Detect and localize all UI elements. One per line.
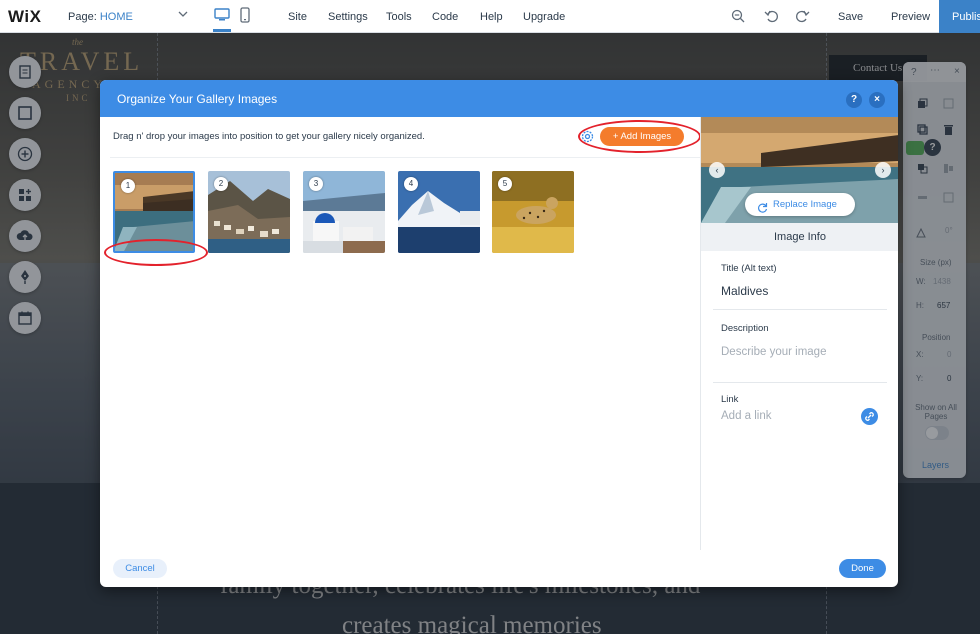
preview-button[interactable]: Preview: [891, 11, 930, 23]
selected-image-preview: ‹ › Replace Image: [701, 117, 898, 223]
description-separator: [713, 382, 887, 383]
menu-tools[interactable]: Tools: [386, 11, 412, 23]
wix-logo: WiX: [8, 7, 42, 26]
thumbnail-number: 3: [309, 177, 323, 191]
chevron-down-icon[interactable]: [178, 9, 188, 22]
cancel-button[interactable]: Cancel: [113, 559, 167, 578]
gallery-thumbnail-5[interactable]: 5: [492, 171, 574, 253]
description-input[interactable]: Describe your image: [721, 346, 826, 358]
desktop-view-active-indicator: [213, 29, 231, 32]
menu-site[interactable]: Site: [288, 11, 307, 23]
editor-topbar: WiX Page: HOME Site Settings Tools Code …: [0, 0, 980, 33]
dialog-close-button[interactable]: ×: [869, 92, 885, 108]
previous-image-button[interactable]: ‹: [709, 162, 725, 178]
thumbnail-number: 4: [404, 177, 418, 191]
next-image-button[interactable]: ›: [875, 162, 891, 178]
gallery-thumbnail-4[interactable]: 4: [398, 171, 480, 253]
title-alt-input[interactable]: Maldives: [721, 284, 768, 298]
menu-help[interactable]: Help: [480, 11, 503, 23]
thumbnail-number: 1: [121, 179, 135, 193]
title-separator: [713, 309, 887, 310]
dialog-help-button[interactable]: ?: [846, 92, 862, 108]
thumbnail-number: 2: [214, 177, 228, 191]
organize-gallery-dialog: Organize Your Gallery Images ? × Drag n'…: [100, 80, 898, 587]
replace-image-button[interactable]: Replace Image: [745, 193, 855, 216]
undo-icon[interactable]: [764, 9, 778, 26]
save-button[interactable]: Save: [838, 11, 863, 23]
link-input[interactable]: Add a link: [721, 410, 772, 422]
zoom-out-icon[interactable]: [731, 9, 745, 26]
thumbnail-highlight-circle: [104, 239, 208, 266]
publish-button[interactable]: Publish: [939, 0, 980, 33]
dialog-header: Organize Your Gallery Images ? ×: [100, 80, 898, 117]
footer-divider: [100, 550, 898, 551]
page-selector-value: HOME: [99, 11, 133, 23]
link-icon[interactable]: [861, 408, 878, 425]
refresh-icon: [757, 199, 768, 222]
add-images-highlight-circle: [578, 120, 701, 153]
dialog-title: Organize Your Gallery Images: [117, 92, 278, 106]
description-label: Description: [721, 323, 769, 334]
instructions-text: Drag n' drop your images into position t…: [113, 131, 425, 142]
image-info-panel: ‹ › Replace Image Image Info Title (Alt …: [700, 117, 898, 550]
toolbar-divider: [110, 157, 700, 158]
menu-code[interactable]: Code: [432, 11, 458, 23]
gallery-thumbnail-2[interactable]: 2: [208, 171, 290, 253]
done-button[interactable]: Done: [839, 559, 886, 578]
gallery-thumbnail-3[interactable]: 3: [303, 171, 385, 253]
thumbnail-number: 5: [498, 177, 512, 191]
page-selector[interactable]: Page: HOME: [68, 11, 133, 23]
mobile-view-icon[interactable]: [240, 7, 250, 23]
menu-settings[interactable]: Settings: [328, 11, 368, 23]
redo-icon[interactable]: [796, 9, 810, 26]
image-info-header: Image Info: [701, 223, 898, 251]
replace-image-label: Replace Image: [773, 199, 837, 210]
page-selector-label: Page:: [68, 11, 97, 23]
menu-upgrade[interactable]: Upgrade: [523, 11, 565, 23]
link-label: Link: [721, 394, 739, 405]
desktop-view-icon[interactable]: [213, 8, 231, 22]
title-alt-label: Title (Alt text): [721, 263, 777, 274]
